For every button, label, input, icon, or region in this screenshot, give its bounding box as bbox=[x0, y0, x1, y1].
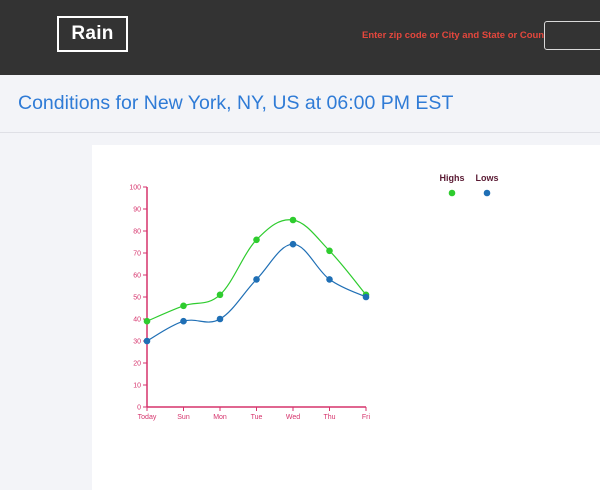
data-point-lows bbox=[216, 315, 224, 323]
y-tick-label: 100 bbox=[129, 185, 141, 192]
data-point-lows bbox=[180, 317, 187, 325]
legend-marker-lows bbox=[483, 189, 491, 197]
x-tick-label: Sun bbox=[177, 414, 190, 421]
x-tick-label: Thu bbox=[323, 414, 335, 421]
data-point-highs bbox=[180, 302, 187, 310]
legend-label-lows: Lows bbox=[475, 173, 498, 183]
page-title: Conditions for New York, NY, US at 06:00… bbox=[18, 92, 454, 114]
x-tick-label: Mon bbox=[213, 414, 227, 421]
y-tick-label: 90 bbox=[133, 207, 141, 214]
x-tick-label: Tue bbox=[251, 414, 263, 421]
data-point-lows bbox=[326, 276, 333, 283]
forecast-card: 0 10 20 30 40 50 60 70 80 90 100 Today Sun Mon Tue Wed T… bbox=[92, 145, 600, 490]
y-tick-label: 20 bbox=[133, 361, 141, 368]
data-point-highs bbox=[216, 291, 224, 299]
data-point-lows bbox=[362, 293, 370, 301]
y-tick-label: 60 bbox=[133, 273, 141, 280]
data-point-highs bbox=[253, 236, 260, 244]
y-tick-label: 50 bbox=[133, 295, 141, 302]
series-line-lows bbox=[146, 243, 367, 342]
legend-marker-highs bbox=[448, 189, 456, 197]
y-tick-label: 30 bbox=[133, 339, 141, 346]
data-point-highs bbox=[289, 216, 297, 224]
x-tick-label: Fri bbox=[362, 414, 371, 421]
zip-search-input[interactable] bbox=[544, 21, 600, 50]
zip-prompt-label: Enter zip code or City and State or Coun… bbox=[362, 30, 557, 41]
y-tick-label: 40 bbox=[133, 317, 141, 324]
data-point-highs bbox=[326, 247, 333, 255]
x-tick-label: Wed bbox=[286, 414, 300, 421]
y-tick-label: 0 bbox=[137, 405, 141, 412]
y-tick-label: 80 bbox=[133, 229, 141, 236]
data-point-highs bbox=[143, 317, 151, 325]
x-tick-label: Today bbox=[138, 414, 157, 421]
legend-label-highs: Highs bbox=[439, 173, 464, 183]
data-point-lows bbox=[289, 240, 297, 248]
series-line-highs bbox=[146, 219, 367, 322]
y-tick-label: 10 bbox=[133, 383, 141, 390]
rain-logo[interactable]: Rain bbox=[57, 16, 128, 52]
temperature-chart: 0 10 20 30 40 50 60 70 80 90 100 Today Sun Mon Tue Wed T… bbox=[129, 173, 498, 421]
y-tick-label: 70 bbox=[133, 251, 141, 258]
data-point-lows bbox=[143, 337, 151, 345]
data-point-lows bbox=[253, 276, 260, 283]
top-bar: Rain Enter zip code or City and State or… bbox=[0, 0, 600, 75]
